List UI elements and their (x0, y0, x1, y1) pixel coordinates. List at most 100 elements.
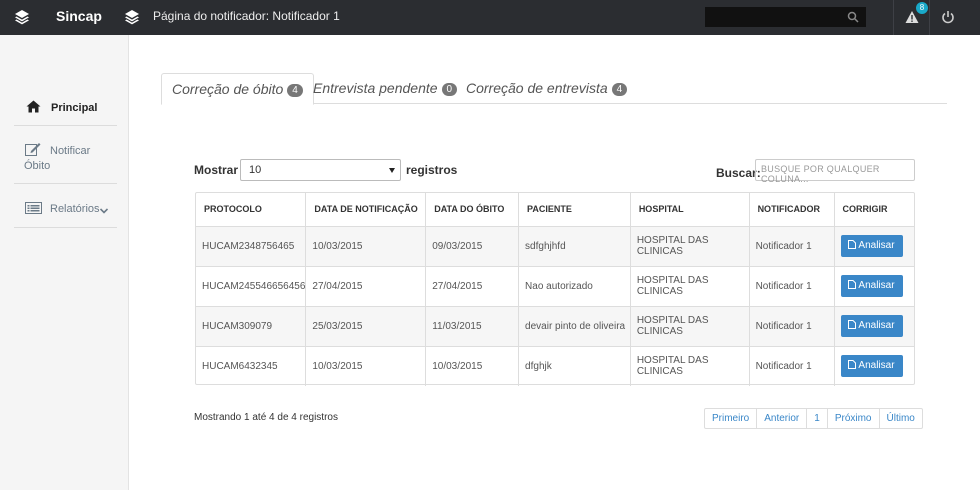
table-row: HUCAM6432345 10/03/2015 10/03/2015 dfghj… (196, 345, 914, 386)
edit-icon (25, 142, 41, 159)
cell-protocolo: HUCAM309079 (196, 305, 307, 346)
tab-count-badge: 4 (611, 83, 628, 96)
tab-count-badge: 0 (441, 83, 458, 96)
analisar-label: Analisar (858, 280, 895, 291)
column-header[interactable]: PROTOCOLO (196, 193, 307, 226)
active-indicator (120, 98, 127, 114)
cell-data-notificacao: 25/03/2015 (305, 305, 427, 346)
table-row: HUCAM309079 25/03/2015 11/03/2015 devair… (196, 305, 914, 346)
cell-protocolo: HUCAM245546656456 (196, 265, 307, 306)
cell-hospital: HOSPITAL DAS CLINICAS (630, 225, 750, 266)
cell-paciente: sdfghjhfd (518, 225, 631, 266)
pager-page-1[interactable]: 1 (807, 409, 828, 428)
sidebar-item-label: Relatórios (50, 203, 100, 215)
power-icon (942, 11, 954, 24)
cell-notificador: Notificador 1 (749, 225, 835, 266)
search-label: Buscar: (716, 166, 761, 180)
sidebar-item-relatorios[interactable]: Relatórios (14, 184, 117, 228)
cell-corrigir: Analisar (834, 305, 914, 346)
analisar-button[interactable]: Analisar (840, 355, 903, 378)
cell-notificador: Notificador 1 (749, 265, 835, 306)
pagination: Primeiro Anterior 1 Próximo Último (704, 408, 923, 429)
tab-correcao-entrevista[interactable]: Correção de entrevista 4 (456, 73, 637, 104)
tab-label: Entrevista pendente (313, 80, 438, 96)
pager-previous[interactable]: Anterior (757, 409, 808, 428)
pager-next[interactable]: Próximo (828, 409, 880, 428)
tab-entrevista-pendente[interactable]: Entrevista pendente 0 (303, 73, 467, 104)
cell-paciente: devair pinto de oliveira (518, 305, 631, 346)
layers-logo-icon[interactable] (14, 9, 30, 25)
table-header-row: PROTOCOLO DATA DE NOTIFICAÇÃO DATA DO ÓB… (196, 193, 914, 226)
tab-count-badge: 4 (287, 84, 303, 97)
table-search-input[interactable]: BUSQUE POR QUALQUER COLUNA... (755, 159, 915, 184)
table-info: Mostrando 1 até 4 de 4 registros (194, 412, 338, 423)
cell-notificador: Notificador 1 (749, 305, 835, 346)
column-header[interactable]: HOSPITAL (630, 193, 750, 226)
cell-data-notificacao: 27/04/2015 (305, 265, 427, 306)
table-row: HUCAM2348756465 10/03/2015 09/03/2015 sd… (196, 225, 914, 266)
cell-protocolo: HUCAM2348756465 (196, 225, 307, 266)
layers-icon (124, 9, 140, 25)
sidebar-item-label: Principal (51, 102, 98, 114)
page-title: Página do notificador: Notificador 1 (153, 9, 340, 23)
tab-label: Correção de óbito (172, 81, 284, 97)
alerts-button[interactable]: 8 (893, 0, 929, 35)
cell-data-notificacao: 10/03/2015 (305, 225, 427, 266)
column-header[interactable]: PACIENTE (518, 193, 631, 226)
cell-hospital: HOSPITAL DAS CLINICAS (630, 345, 750, 386)
file-icon (848, 280, 857, 289)
table-row: HUCAM245546656456 27/04/2015 27/04/2015 … (196, 265, 914, 306)
sidebar-item-notificar-obito[interactable]: Notificar Óbito (14, 126, 117, 184)
tab-bar: Correção de óbito 4 Entrevista pendente 0 … (161, 73, 947, 105)
search-icon[interactable] (847, 11, 859, 23)
tab-label: Correção de entrevista (466, 80, 608, 96)
cell-data-obito: 09/03/2015 (425, 225, 520, 266)
pager-last[interactable]: Último (880, 409, 922, 428)
chevron-down-icon (99, 205, 109, 217)
cell-data-obito: 10/03/2015 (425, 345, 520, 386)
column-header[interactable]: DATA DO ÓBITO (425, 193, 520, 226)
column-header: CORRIGIR (842, 204, 888, 215)
cell-notificador: Notificador 1 (749, 345, 835, 386)
sidebar-item-principal[interactable]: Principal (14, 88, 127, 126)
file-icon (848, 360, 857, 370)
analisar-label: Analisar (858, 240, 895, 251)
cell-data-obito: 27/04/2015 (425, 265, 520, 306)
search-placeholder: BUSQUE POR QUALQUER COLUNA... (761, 164, 880, 184)
show-suffix-label: registros (406, 163, 458, 177)
cell-hospital: HOSPITAL DAS CLINICAS (630, 265, 750, 306)
page-length-value: 10 (249, 164, 262, 176)
show-label: Mostrar (194, 163, 239, 177)
cell-paciente: Nao autorizado (518, 265, 631, 306)
top-navbar: Sincap Página do notificador: Notificado… (0, 0, 980, 35)
sidebar: Principal Notificar Óbito Relatórios (0, 35, 129, 490)
file-icon (848, 240, 857, 249)
notifications-table: PROTOCOLO DATA DE NOTIFICAÇÃO DATA DO ÓB… (195, 192, 915, 386)
cell-protocolo: HUCAM6432345 (196, 345, 307, 386)
page-length-select[interactable]: 10 (240, 159, 401, 181)
column-header[interactable]: DATA DE NOTIFICAÇÃO (305, 193, 427, 226)
analisar-button[interactable]: Analisar (840, 315, 903, 337)
column-header[interactable]: NOTIFICADOR (749, 193, 835, 226)
tab-correcao-obito[interactable]: Correção de óbito 4 (161, 73, 314, 105)
brand-name[interactable]: Sincap (56, 8, 102, 24)
top-search-input[interactable] (705, 7, 866, 27)
home-icon (26, 100, 41, 116)
cell-paciente: dfghjk (518, 345, 631, 386)
cell-data-notificacao: 10/03/2015 (305, 345, 427, 386)
analisar-button[interactable]: Analisar (840, 235, 903, 257)
pager-first[interactable]: Primeiro (705, 409, 758, 428)
cell-corrigir: Analisar (834, 265, 914, 306)
logout-button[interactable] (929, 0, 980, 35)
alerts-count-badge: 8 (916, 2, 928, 14)
analisar-label: Analisar (858, 360, 895, 372)
caret-down-icon (389, 168, 395, 173)
file-icon (848, 320, 857, 329)
list-alt-icon (25, 202, 42, 217)
sidebar-item-label: Óbito (24, 160, 51, 172)
cell-corrigir: Analisar (834, 225, 914, 266)
cell-corrigir: Analisar (834, 345, 914, 386)
cell-data-obito: 11/03/2015 (425, 305, 520, 346)
analisar-button[interactable]: Analisar (840, 275, 903, 297)
analisar-label: Analisar (858, 320, 895, 331)
